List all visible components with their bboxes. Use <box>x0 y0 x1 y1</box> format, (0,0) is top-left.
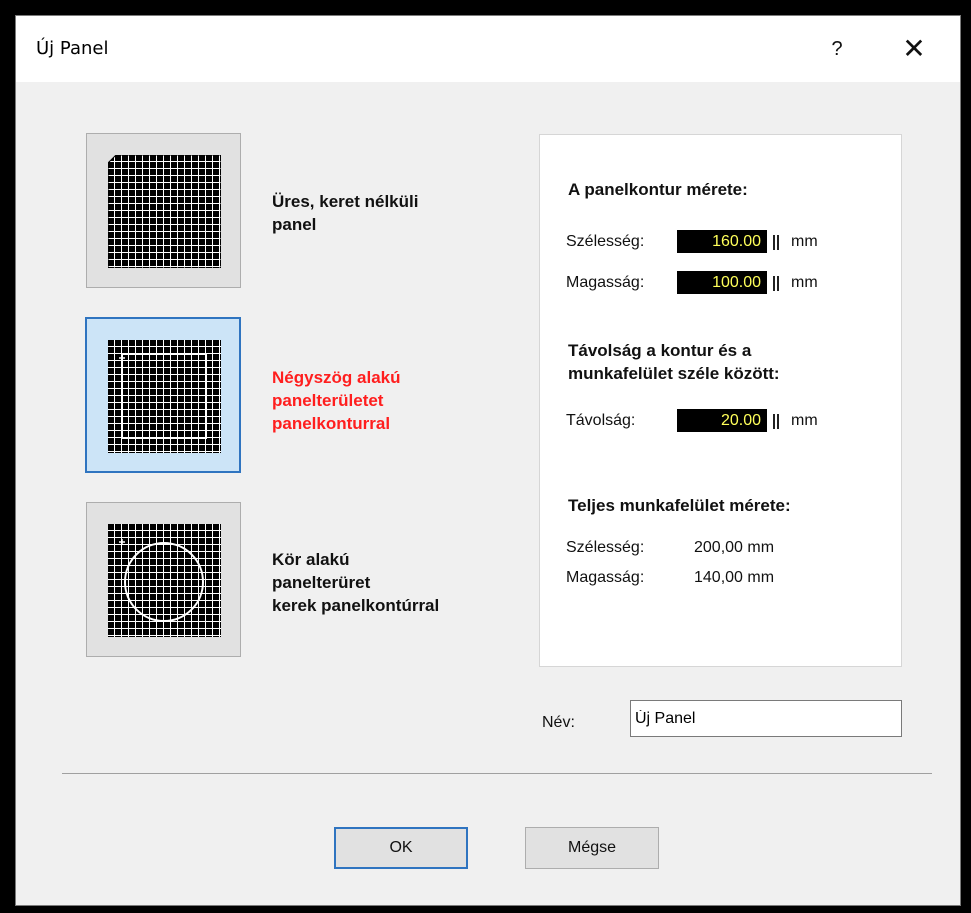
empty-grid-icon <box>108 155 221 268</box>
contour-width-field[interactable]: 160.00 <box>677 230 767 253</box>
new-panel-dialog: Új Panel ? ✕ Üres, keret nélküli panel N… <box>15 15 961 906</box>
total-width-label: Szélesség: <box>566 539 645 556</box>
spin-arrows-icon[interactable] <box>773 231 779 253</box>
title-bar: Új Panel ? ✕ <box>16 16 960 82</box>
contour-height-field[interactable]: 100.00 <box>677 271 767 294</box>
window-title: Új Panel <box>36 38 109 59</box>
distance-label: Távolság: <box>566 412 636 429</box>
close-icon: ✕ <box>902 33 926 64</box>
total-height-value: 140,00 mm <box>694 569 775 586</box>
contour-height-unit: mm <box>791 274 818 291</box>
total-size-heading: Teljes munkafelület mérete: <box>568 496 791 515</box>
contour-width-label: Szélesség: <box>566 233 645 250</box>
distance-field[interactable]: 20.00 <box>677 409 767 432</box>
spin-arrows-icon[interactable] <box>773 410 779 432</box>
total-width-value: 200,00 mm <box>694 539 775 556</box>
contour-size-heading: A panelkontur mérete: <box>568 180 748 199</box>
name-label: Név: <box>542 714 575 731</box>
option-circle-panel-label[interactable]: Kör alakú panelterüret kerek panelkontúr… <box>272 548 439 617</box>
total-height-label: Magasság: <box>566 569 645 586</box>
spin-arrows-icon[interactable] <box>773 272 779 294</box>
name-input[interactable] <box>630 700 902 737</box>
rectangle-grid-icon <box>108 340 221 453</box>
ok-button[interactable]: OK <box>334 827 468 869</box>
contour-width-unit: mm <box>791 233 818 250</box>
close-button[interactable]: ✕ <box>897 32 931 66</box>
option-rectangle-panel-tile[interactable] <box>85 317 241 473</box>
divider <box>62 773 932 774</box>
size-settings-panel: A panelkontur mérete: Szélesség: 160.00 … <box>539 134 902 667</box>
distance-unit: mm <box>791 412 818 429</box>
option-circle-panel-tile[interactable] <box>86 502 241 657</box>
contour-height-label: Magasság: <box>566 274 645 291</box>
circle-grid-icon <box>108 524 221 637</box>
option-empty-panel-tile[interactable] <box>86 133 241 288</box>
option-rectangle-panel-label[interactable]: Négyszög alakú panelterületet panelkontu… <box>272 366 401 435</box>
distance-heading: Távolság a kontur és a munkafelület szél… <box>568 341 780 383</box>
option-empty-panel-label[interactable]: Üres, keret nélküli panel <box>272 190 418 236</box>
cancel-button[interactable]: Mégse <box>525 827 659 869</box>
help-button[interactable]: ? <box>822 34 852 64</box>
help-icon: ? <box>831 38 843 60</box>
